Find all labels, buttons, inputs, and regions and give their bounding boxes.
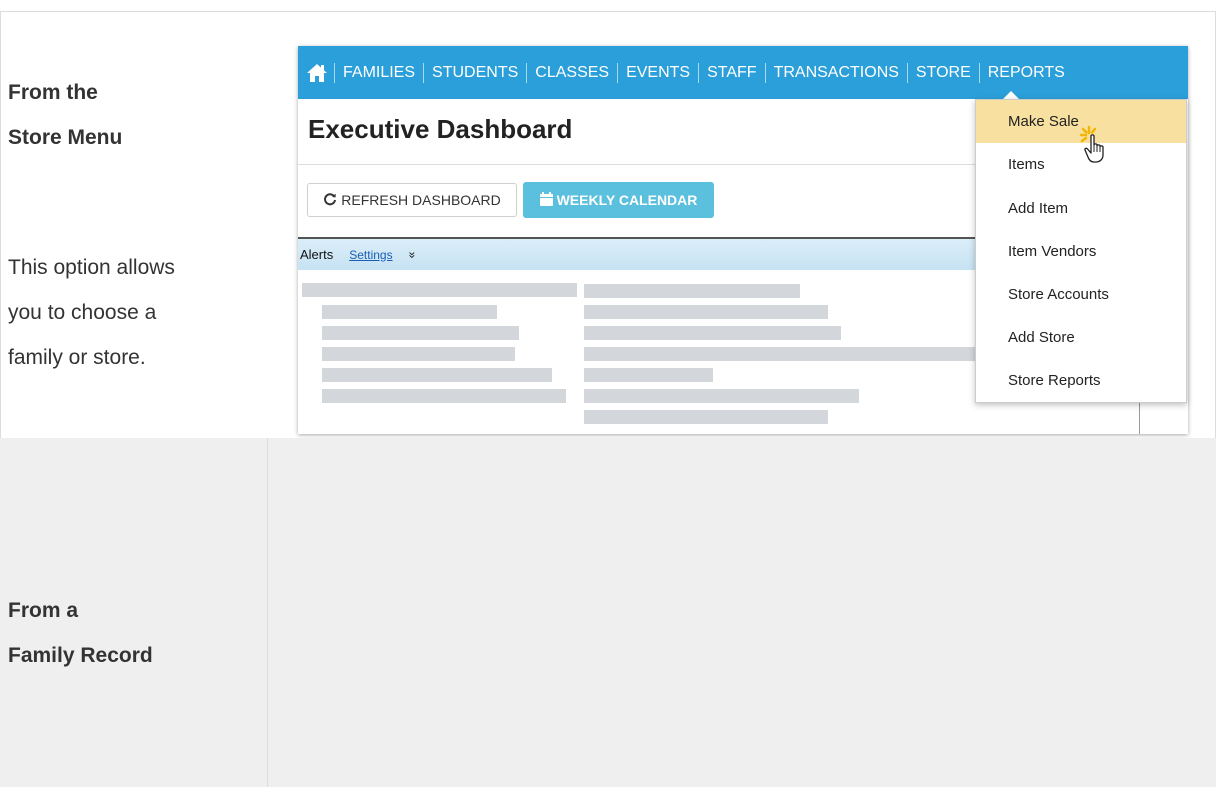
menu-item-items[interactable]: Items	[976, 143, 1186, 186]
placeholder-bar	[584, 284, 800, 298]
nav-staff[interactable]: STAFF	[699, 46, 764, 99]
placeholder-bar	[322, 347, 515, 361]
description-line: you to choose a	[8, 301, 157, 324]
column-divider	[267, 438, 268, 787]
step-store-menu-description: This option allows you to choose a famil…	[8, 245, 258, 380]
placeholder-bar	[584, 410, 828, 424]
collapse-chevron-icon[interactable]: »	[405, 251, 419, 258]
alerts-settings-link[interactable]: Settings	[349, 248, 392, 262]
step-family-record-heading: From a Family Record	[8, 588, 258, 678]
placeholder-bar	[322, 326, 519, 340]
step-title-line: Family Record	[8, 644, 153, 667]
title-divider	[298, 164, 978, 165]
menu-item-make-sale[interactable]: Make Sale	[976, 100, 1186, 143]
weekly-calendar-button[interactable]: WEEKLY CALENDAR	[523, 182, 714, 218]
nav-families[interactable]: FAMILIES	[335, 46, 423, 99]
placeholder-bar	[584, 305, 828, 319]
weekly-calendar-label: WEEKLY CALENDAR	[556, 192, 698, 208]
step-family-record-row: From a Family Record	[0, 438, 1216, 787]
nav-students[interactable]: STUDENTS	[424, 46, 526, 99]
step-title-line: From a	[8, 599, 79, 622]
store-dropdown-menu: Make Sale Items Add Item Item Vendors St…	[975, 99, 1187, 403]
menu-item-store-reports[interactable]: Store Reports	[976, 359, 1186, 402]
step-title-line: From the	[8, 81, 98, 104]
description-line: This option allows	[8, 256, 175, 279]
placeholder-bar	[584, 389, 859, 403]
refresh-dashboard-label: REFRESH DASHBOARD	[341, 192, 501, 208]
placeholder-bar	[584, 326, 841, 340]
instruction-table: From the Store Menu This option allows y…	[0, 0, 1216, 787]
alerts-bar: Alerts Settings »	[298, 237, 978, 270]
refresh-dashboard-button[interactable]: REFRESH DASHBOARD	[307, 183, 517, 217]
description-line: family or store.	[8, 346, 146, 369]
store-menu-screenshot: FAMILIES STUDENTS CLASSES EVENTS STAFF T…	[298, 46, 1188, 434]
calendar-icon	[539, 191, 553, 209]
nav-transactions[interactable]: TRANSACTIONS	[766, 46, 907, 99]
column-edge	[1139, 401, 1140, 434]
nav-classes[interactable]: CLASSES	[527, 46, 617, 99]
placeholder-bar	[584, 347, 976, 361]
placeholder-bar	[302, 283, 577, 297]
table-top-border	[0, 11, 1216, 12]
top-navbar: FAMILIES STUDENTS CLASSES EVENTS STAFF T…	[298, 46, 1188, 99]
menu-item-store-accounts[interactable]: Store Accounts	[976, 273, 1186, 316]
menu-item-add-item[interactable]: Add Item	[976, 187, 1186, 230]
menu-item-item-vendors[interactable]: Item Vendors	[976, 230, 1186, 273]
home-icon[interactable]	[306, 63, 328, 83]
refresh-icon	[323, 192, 337, 209]
menu-item-add-store[interactable]: Add Store	[976, 316, 1186, 359]
placeholder-bar	[322, 389, 566, 403]
nav-events[interactable]: EVENTS	[618, 46, 698, 99]
step-store-menu-heading: From the Store Menu	[8, 70, 258, 160]
nav-reports[interactable]: REPORTS	[980, 46, 1073, 99]
placeholder-bar	[322, 368, 552, 382]
placeholder-bar	[322, 305, 497, 319]
page-title: Executive Dashboard	[308, 114, 573, 144]
alerts-label: Alerts	[300, 247, 334, 262]
nav-store[interactable]: STORE	[908, 46, 979, 99]
placeholder-bar	[584, 368, 713, 382]
step-title-line: Store Menu	[8, 126, 123, 149]
